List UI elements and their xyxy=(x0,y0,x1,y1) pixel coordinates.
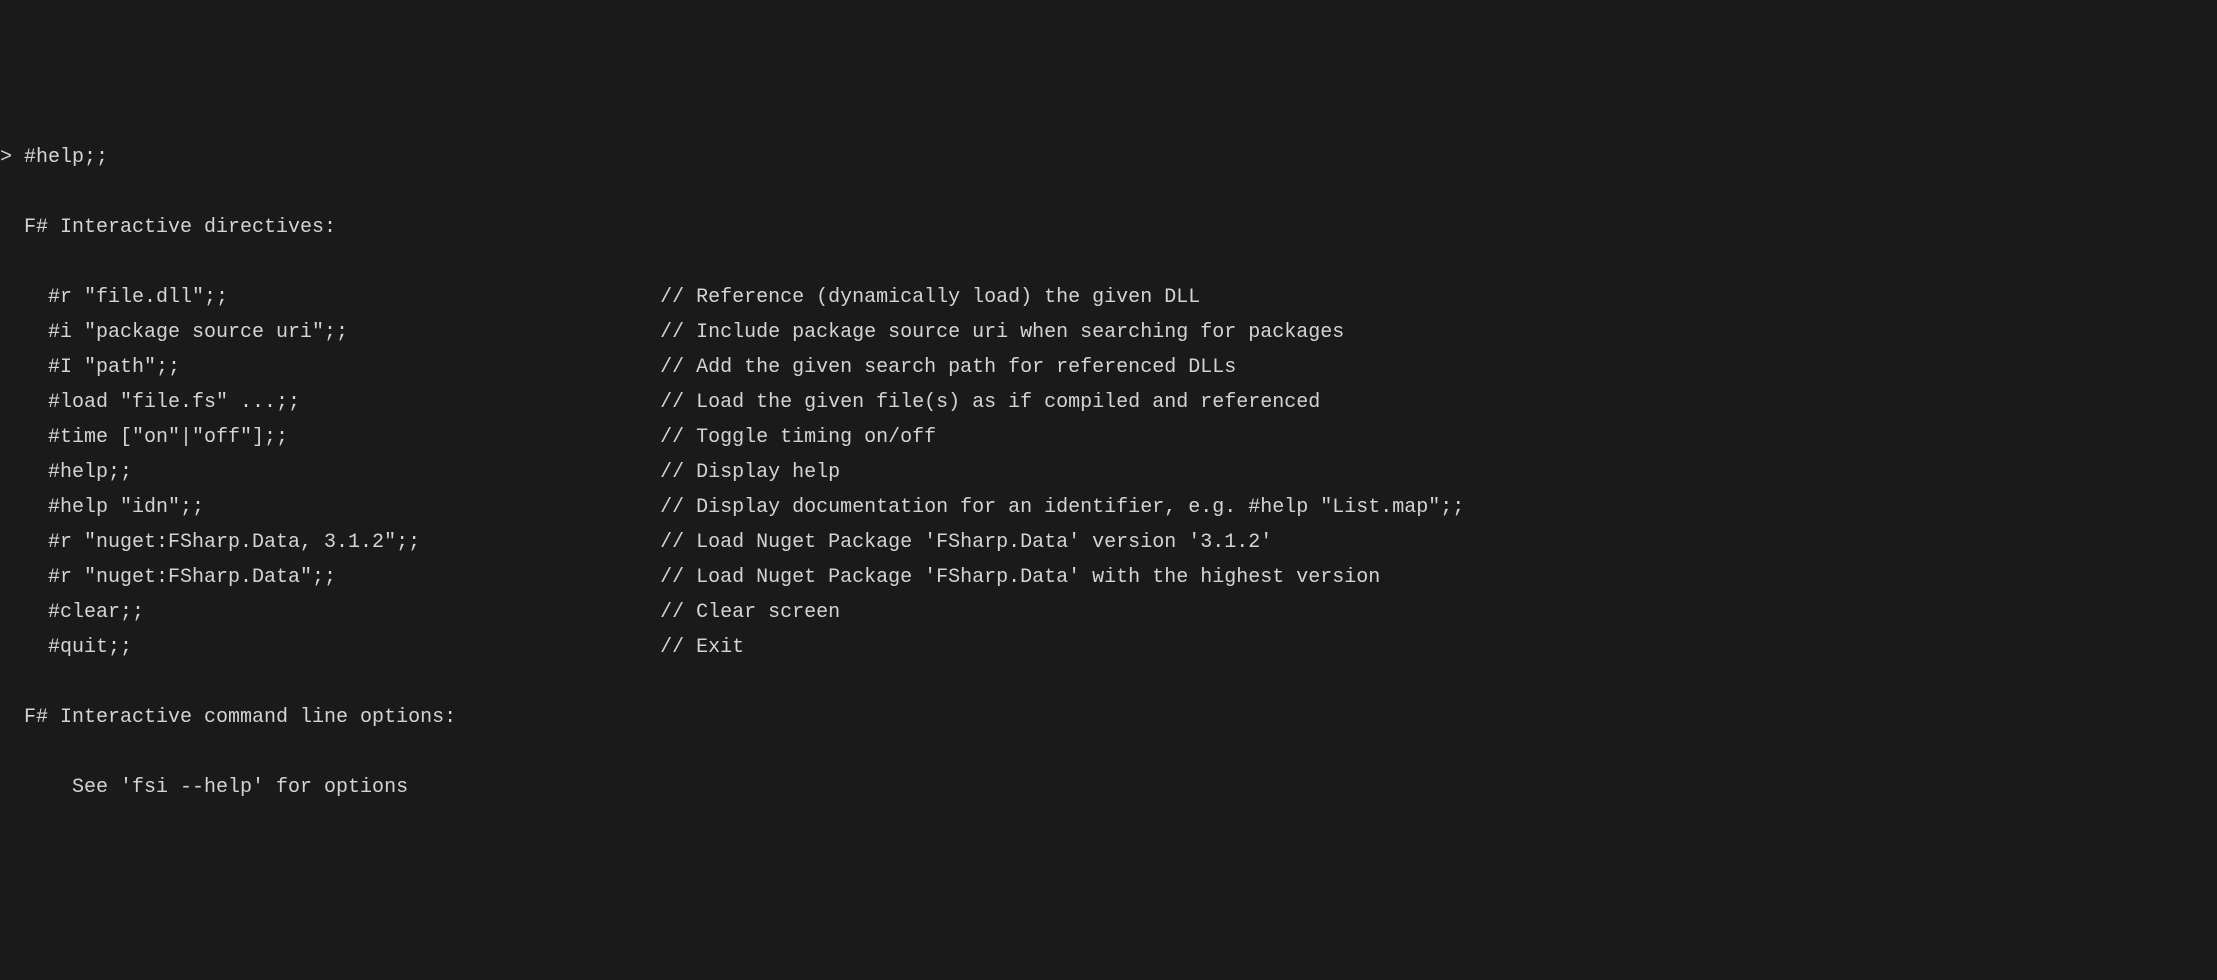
directive-cmd: #help "idn";; xyxy=(0,496,660,519)
directive-comment: // Add the given search path for referen… xyxy=(660,356,1236,379)
directive-comment: // Display documentation for an identifi… xyxy=(660,496,1464,519)
blank-line xyxy=(0,175,2217,210)
directive-cmd: #r "file.dll";; xyxy=(0,286,660,309)
directive-row: #help "idn";; // Display documentation f… xyxy=(0,490,2217,525)
blank-line xyxy=(0,245,2217,280)
directive-comment: // Display help xyxy=(660,461,840,484)
options-header: F# Interactive command line options: xyxy=(0,700,2217,735)
directives-header: F# Interactive directives: xyxy=(0,210,2217,245)
directive-comment: // Include package source uri when searc… xyxy=(660,321,1344,344)
directive-cmd: #r "nuget:FSharp.Data, 3.1.2";; xyxy=(0,531,660,554)
directive-cmd: #help;; xyxy=(0,461,660,484)
directive-cmd: #quit;; xyxy=(0,636,660,659)
directive-cmd: #i "package source uri";; xyxy=(0,321,660,344)
terminal-output[interactable]: > #help;; F# Interactive directives: #r … xyxy=(0,140,2217,805)
directive-comment: // Load Nuget Package 'FSharp.Data' vers… xyxy=(660,531,1272,554)
directive-cmd: #I "path";; xyxy=(0,356,660,379)
prompt-line: > #help;; xyxy=(0,140,2217,175)
directive-comment: // Load the given file(s) as if compiled… xyxy=(660,391,1320,414)
directive-row: #r "file.dll";; // Reference (dynamicall… xyxy=(0,280,2217,315)
directive-comment: // Reference (dynamically load) the give… xyxy=(660,286,1200,309)
directive-cmd: #load "file.fs" ...;; xyxy=(0,391,660,414)
directive-row: #I "path";; // Add the given search path… xyxy=(0,350,2217,385)
blank-line xyxy=(0,665,2217,700)
directive-comment: // Exit xyxy=(660,636,744,659)
blank-line xyxy=(0,735,2217,770)
directive-cmd: #clear;; xyxy=(0,601,660,624)
directive-cmd: #r "nuget:FSharp.Data";; xyxy=(0,566,660,589)
directive-cmd: #time ["on"|"off"];; xyxy=(0,426,660,449)
directive-comment: // Toggle timing on/off xyxy=(660,426,936,449)
directive-comment: // Load Nuget Package 'FSharp.Data' with… xyxy=(660,566,1380,589)
directive-row: #i "package source uri";; // Include pac… xyxy=(0,315,2217,350)
directive-comment: // Clear screen xyxy=(660,601,840,624)
directive-row: #time ["on"|"off"];; // Toggle timing on… xyxy=(0,420,2217,455)
directive-row: #help;; // Display help xyxy=(0,455,2217,490)
directive-row: #quit;; // Exit xyxy=(0,630,2217,665)
directive-row: #r "nuget:FSharp.Data";; // Load Nuget P… xyxy=(0,560,2217,595)
directive-row: #r "nuget:FSharp.Data, 3.1.2";; // Load … xyxy=(0,525,2217,560)
options-note: See 'fsi --help' for options xyxy=(0,770,2217,805)
directive-row: #clear;; // Clear screen xyxy=(0,595,2217,630)
directive-row: #load "file.fs" ...;; // Load the given … xyxy=(0,385,2217,420)
